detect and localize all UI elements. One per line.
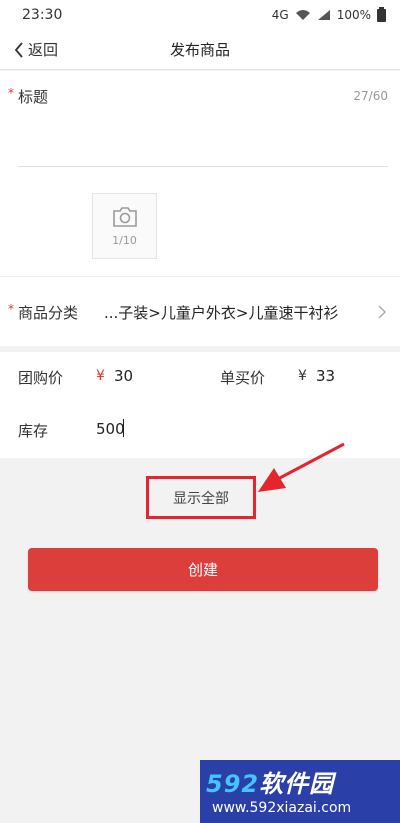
- title-input[interactable]: [18, 111, 388, 167]
- watermark-url: www.592xiazai.com: [212, 800, 352, 816]
- back-label: 返回: [28, 41, 59, 59]
- photo-count: 1/10: [112, 233, 137, 247]
- text-cursor: [123, 419, 124, 437]
- category-value: ...子装>儿童户外衣>儿童速干衬衫: [104, 304, 339, 322]
- battery-percent: 100%: [336, 8, 371, 22]
- title-label: 标题: [18, 88, 49, 106]
- show-all-label: 显示全部: [173, 490, 229, 507]
- group-price-input[interactable]: 30: [114, 367, 133, 385]
- photo-section: 1/10: [0, 171, 400, 276]
- single-price-input[interactable]: 33: [316, 367, 335, 385]
- status-icons: 4G 100%: [271, 6, 386, 22]
- network-label: 4G: [271, 8, 289, 22]
- create-button[interactable]: 创建: [28, 548, 378, 591]
- status-bar: 23:30 4G 100%: [0, 0, 400, 30]
- status-time: 23:30: [22, 7, 63, 23]
- watermark-number: 592: [206, 770, 260, 798]
- camera-icon: [112, 206, 137, 227]
- stock-input[interactable]: 500: [96, 420, 125, 438]
- add-photo-button[interactable]: 1/10: [92, 193, 157, 259]
- nav-bar: 返回 发布商品: [0, 30, 400, 70]
- wifi-icon: [295, 10, 310, 20]
- required-mark: *: [8, 86, 14, 100]
- back-button[interactable]: 返回: [14, 39, 58, 60]
- title-char-count: 27/60: [353, 89, 388, 103]
- signal-icon: [317, 10, 330, 20]
- chevron-left-icon: [14, 41, 23, 58]
- group-price-label: 团购价: [18, 369, 64, 387]
- watermark-text: 软件园: [259, 770, 335, 798]
- group-price-currency: ¥: [96, 368, 105, 384]
- watermark-logo: 592软件园 www.592xiazai.com: [200, 760, 400, 823]
- title-section: * 标题 27/60: [0, 71, 400, 171]
- annotation-arrow-icon: [258, 442, 345, 492]
- create-label: 创建: [187, 561, 218, 579]
- show-all-button[interactable]: 显示全部: [146, 476, 256, 519]
- page-title: 发布商品: [169, 41, 230, 59]
- category-row[interactable]: * 商品分类 ...子装>儿童户外衣>儿童速干衬衫: [0, 276, 400, 346]
- single-price-label: 单买价: [220, 369, 266, 387]
- watermark-brand: 592软件园: [206, 764, 334, 799]
- required-mark: *: [8, 302, 14, 316]
- battery-icon: [377, 6, 386, 22]
- stock-label: 库存: [18, 422, 49, 440]
- category-label: 商品分类: [18, 304, 79, 322]
- single-price-currency: ¥: [298, 368, 307, 384]
- chevron-right-icon: [378, 305, 386, 319]
